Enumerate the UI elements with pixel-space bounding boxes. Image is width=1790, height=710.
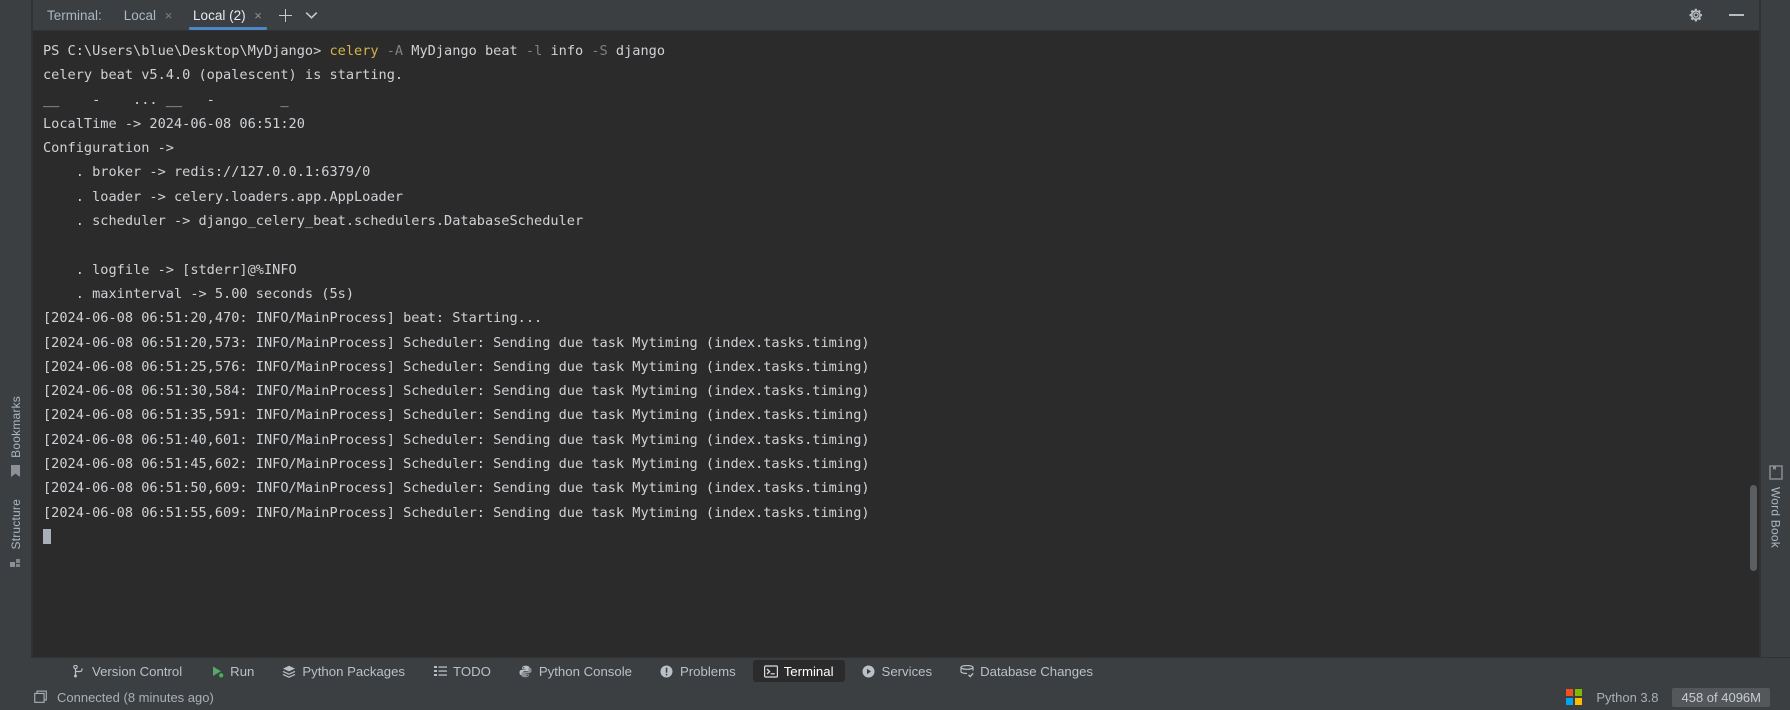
tool-button-problems-label: Problems <box>679 663 736 679</box>
tool-button-version-control-label: Version Control <box>92 663 183 679</box>
rail-bookmarks[interactable]: Bookmarks <box>9 392 23 481</box>
terminal-output-area[interactable]: PS C:\Users\blue\Desktop\MyDjango> celer… <box>33 31 1759 657</box>
terminal-line: LocalTime -> 2024-06-08 06:51:20 <box>43 115 305 132</box>
tool-button-python-packages-label: Python Packages <box>302 663 406 679</box>
terminal-command-name: celery <box>329 43 379 59</box>
status-bar-left: Connected (8 minutes ago) <box>34 690 214 705</box>
terminal-icon <box>763 664 778 678</box>
tool-button-todo[interactable]: TODO <box>422 660 502 682</box>
rail-structure-label: Structure <box>8 498 23 550</box>
terminal-line: [2024-06-08 06:51:20,573: INFO/MainProce… <box>43 334 870 351</box>
terminal-line: [2024-06-08 06:51:40,601: INFO/MainProce… <box>43 431 870 448</box>
terminal-tab-local-2-label: Local (2) <box>193 7 246 23</box>
terminal-tab-local-2-close-icon[interactable]: × <box>253 9 264 22</box>
tool-button-services-label: Services <box>881 663 933 679</box>
play-circle-icon <box>862 664 876 678</box>
word-book-icon <box>1768 465 1783 480</box>
terminal-header-actions <box>1683 0 1759 30</box>
terminal-line: [2024-06-08 06:51:45,602: INFO/MainProce… <box>43 456 870 473</box>
run-icon <box>210 664 224 678</box>
packages-icon <box>282 664 296 678</box>
new-terminal-tab-button[interactable] <box>273 0 299 30</box>
warning-icon <box>660 664 674 678</box>
terminal-tab-local-2[interactable]: Local (2) × <box>183 0 273 30</box>
terminal-tab-header: Terminal: Local × Local (2) × <box>33 0 1759 31</box>
left-tool-rail: Bookmarks Structure <box>0 0 32 657</box>
terminal-flag-s: -S <box>591 43 608 59</box>
terminal-scrollbar-thumb[interactable] <box>1750 485 1757 571</box>
interpreter-indicator[interactable]: Python 3.8 <box>1596 690 1658 705</box>
window-icon <box>34 690 48 704</box>
terminal-cursor <box>43 528 51 544</box>
terminal-line: . scheduler -> django_celery_beat.schedu… <box>43 213 584 230</box>
tool-button-run-label: Run <box>230 663 255 679</box>
rail-bookmarks-label: Bookmarks <box>8 396 23 458</box>
gear-icon[interactable] <box>1683 7 1709 23</box>
tool-button-terminal-label: Terminal <box>783 663 834 679</box>
terminal-line: [2024-06-08 06:51:55,609: INFO/MainProce… <box>43 504 870 521</box>
header-spacer <box>325 0 1683 30</box>
tool-button-version-control[interactable]: Version Control <box>61 660 193 682</box>
tool-window-bar: Version Control Run Python Packages TODO… <box>0 657 1790 684</box>
terminal-header-label: Terminal: <box>47 7 102 23</box>
tool-button-database-changes[interactable]: Database Changes <box>949 660 1104 682</box>
status-bar-right: Python 3.8 458 of 4096M <box>1566 687 1784 707</box>
terminal-tabs-dropdown-button[interactable] <box>299 0 325 30</box>
terminal-line: [2024-06-08 06:51:25,576: INFO/MainProce… <box>43 358 870 375</box>
tool-button-run[interactable]: Run <box>199 660 265 682</box>
tool-button-python-console-label: Python Console <box>538 663 632 679</box>
list-icon <box>433 664 447 678</box>
terminal-line: . maxinterval -> 5.00 seconds (5s) <box>43 285 354 302</box>
connection-status-text: Connected (8 minutes ago) <box>57 689 214 705</box>
rail-structure[interactable]: Structure <box>9 495 23 572</box>
terminal-line: celery beat v5.4.0 (opalescent) is start… <box>43 67 404 84</box>
memory-indicator[interactable]: 458 of 4096M <box>1672 687 1770 707</box>
tool-button-problems[interactable]: Problems <box>649 660 747 682</box>
terminal-tab-local[interactable]: Local × <box>114 0 183 30</box>
tool-button-services[interactable]: Services <box>851 660 944 682</box>
terminal-line: [2024-06-08 06:51:20,470: INFO/MainProce… <box>43 310 543 327</box>
terminal-command-args: MyDjango beat <box>403 43 526 59</box>
structure-icon <box>9 556 22 568</box>
tool-button-python-packages[interactable]: Python Packages <box>271 660 416 682</box>
terminal-line: . broker -> redis://127.0.0.1:6379/0 <box>43 164 371 181</box>
tool-button-terminal[interactable]: Terminal <box>752 660 845 682</box>
terminal-line: . loader -> celery.loaders.app.AppLoader <box>43 188 404 205</box>
terminal-tab-list: Local × Local (2) × <box>114 0 273 30</box>
terminal-line: Configuration -> <box>43 140 174 157</box>
bookmark-icon <box>10 464 21 478</box>
terminal-tab-local-label: Local <box>123 7 157 23</box>
terminal-prompt: PS C:\Users\blue\Desktop\MyDjango> <box>43 43 322 59</box>
rail-word-book-label[interactable]: Word Book <box>1769 483 1783 552</box>
terminal-command-tail: django <box>607 43 666 59</box>
terminal-tab-local-close-icon[interactable]: × <box>163 9 174 22</box>
terminal-line: [2024-06-08 06:51:30,584: INFO/MainProce… <box>43 383 870 400</box>
terminal-text: PS C:\Users\blue\Desktop\MyDjango> celer… <box>33 39 1759 549</box>
tool-button-database-changes-label: Database Changes <box>980 663 1094 679</box>
database-icon <box>960 664 974 678</box>
windows-logo-icon <box>1566 689 1583 705</box>
right-tool-rail: Word Book <box>1760 0 1790 657</box>
terminal-flag-a: -A <box>386 43 404 59</box>
minimize-tool-window-button[interactable] <box>1723 13 1749 17</box>
tool-button-todo-label: TODO <box>453 663 491 679</box>
ide-window: Bookmarks Structure Terminal: Local × Lo… <box>0 0 1790 710</box>
terminal-line: [2024-06-08 06:51:35,591: INFO/MainProce… <box>43 407 870 424</box>
terminal-flag-l: -l <box>525 43 543 59</box>
tool-button-python-console[interactable]: Python Console <box>508 660 643 682</box>
status-bar: Connected (8 minutes ago) Python 3.8 458… <box>0 684 1790 710</box>
python-icon <box>519 664 533 678</box>
main-region: Bookmarks Structure Terminal: Local × Lo… <box>0 0 1790 657</box>
terminal-line: . logfile -> [stderr]@%INFO <box>43 261 297 278</box>
terminal-tool-window: Terminal: Local × Local (2) × PS C:\User… <box>32 0 1760 657</box>
terminal-line: [2024-06-08 06:51:50,609: INFO/MainProce… <box>43 480 870 497</box>
terminal-line: __ - ... __ - _ <box>43 91 289 108</box>
terminal-command-mid: info <box>542 43 592 59</box>
branch-icon <box>72 664 86 678</box>
